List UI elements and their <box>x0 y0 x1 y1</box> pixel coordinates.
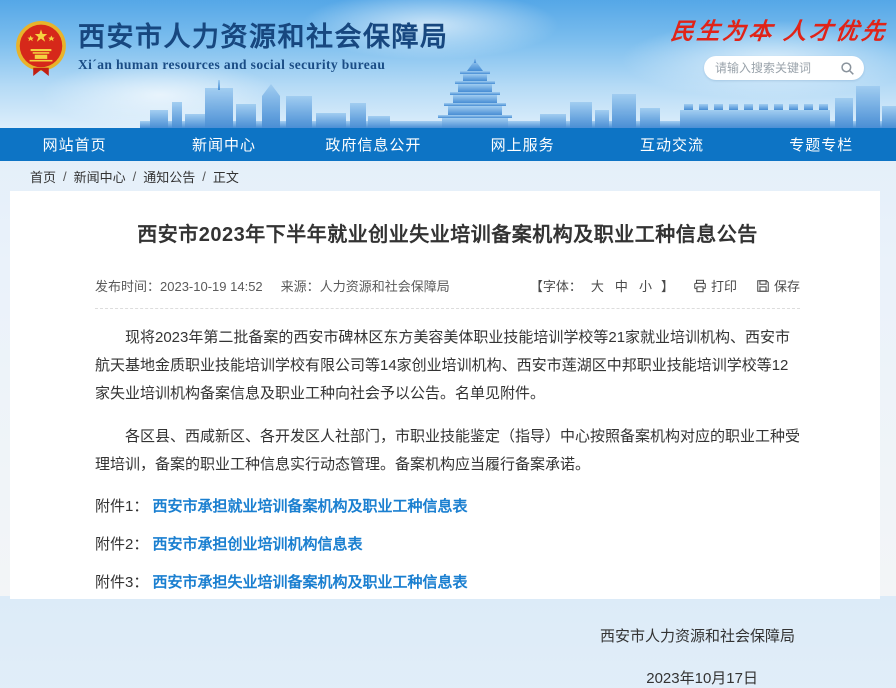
attachment-row: 附件1： 西安市承担就业培训备案机构及职业工种信息表 <box>95 497 800 517</box>
attachment-row: 附件2： 西安市承担创业培训机构信息表 <box>95 535 800 555</box>
font-size-small[interactable]: 小 <box>639 276 652 295</box>
issuing-authority: 西安市人力资源和社会保障局 <box>95 625 800 646</box>
breadcrumb-separator: / <box>133 169 137 184</box>
main-nav: 网站首页 新闻中心 政府信息公开 网上服务 互动交流 专题专栏 <box>0 128 896 161</box>
breadcrumb-separator: / <box>63 169 67 184</box>
site-logo-brand[interactable]: 西安市人力资源和社会保障局 Xi´an human resources and … <box>15 20 449 76</box>
font-size-large[interactable]: 大 <box>591 276 604 295</box>
nav-item-special[interactable]: 专题专栏 <box>747 128 896 161</box>
article: 西安市2023年下半年就业创业失业培训备案机构及职业工种信息公告 发布时间：20… <box>10 191 880 688</box>
nav-item-interaction[interactable]: 互动交流 <box>597 128 746 161</box>
breadcrumb-notice[interactable]: 通知公告 <box>143 167 195 186</box>
article-paragraph: 现将2023年第二批备案的西安市碑林区东方美容美体职业技能培训学校等21家就业培… <box>95 324 800 408</box>
breadcrumb-home[interactable]: 首页 <box>30 167 56 186</box>
nav-item-news[interactable]: 新闻中心 <box>149 128 298 161</box>
attachment-link-1[interactable]: 西安市承担就业培训备案机构及职业工种信息表 <box>153 498 468 515</box>
brand-text: 西安市人力资源和社会保障局 Xi´an human resources and … <box>78 22 449 73</box>
breadcrumb-current: 正文 <box>213 167 239 186</box>
nav-item-online-svc[interactable]: 网上服务 <box>448 128 597 161</box>
site-title: 西安市人力资源和社会保障局 <box>78 22 449 53</box>
attachment-label: 附件1： <box>95 498 148 515</box>
breadcrumb-news[interactable]: 新闻中心 <box>74 167 126 186</box>
site-subtitle: Xi´an human resources and social securit… <box>78 57 449 73</box>
save-icon <box>756 279 770 293</box>
attachment-label: 附件3： <box>95 574 148 591</box>
issue-date: 2023年10月17日 <box>95 667 800 688</box>
attachment-link-2[interactable]: 西安市承担创业培训机构信息表 <box>153 536 363 553</box>
publish-time: 发布时间：2023-10-19 14:52 <box>95 276 263 295</box>
slogan-calligraphy: 民生为本 人才优先 <box>669 12 889 46</box>
nav-item-gov-info[interactable]: 政府信息公开 <box>299 128 448 161</box>
content-card: 西安市2023年下半年就业创业失业培训备案机构及职业工种信息公告 发布时间：20… <box>10 191 880 599</box>
font-size-suffix: 】 <box>661 276 674 295</box>
search-box <box>704 56 864 80</box>
attachment-row: 附件3： 西安市承担失业培训备案机构及职业工种信息表 <box>95 573 800 593</box>
attachment-link-3[interactable]: 西安市承担失业培训备案机构及职业工种信息表 <box>153 574 468 591</box>
national-emblem-icon <box>15 20 67 76</box>
printer-icon <box>693 279 707 293</box>
meta-left: 发布时间：2023-10-19 14:52 来源：人力资源和社会保障局 <box>95 276 464 295</box>
attachment-label: 附件2： <box>95 536 148 553</box>
article-meta: 发布时间：2023-10-19 14:52 来源：人力资源和社会保障局 【字体：… <box>95 276 800 309</box>
meta-right: 【字体： 大 中 小 】 打印 <box>530 276 800 295</box>
article-paragraph: 各区县、西咸新区、各开发区人社部门，市职业技能鉴定（指导）中心按照备案机构对应的… <box>95 423 800 479</box>
save-button[interactable]: 保存 <box>756 276 800 295</box>
breadcrumb: 首页 / 新闻中心 / 通知公告 / 正文 <box>0 161 896 191</box>
search-icon[interactable] <box>840 61 855 76</box>
nav-item-home[interactable]: 网站首页 <box>0 128 149 161</box>
search-input[interactable] <box>713 60 840 76</box>
article-title: 西安市2023年下半年就业创业失业培训备案机构及职业工种信息公告 <box>95 221 800 249</box>
print-button[interactable]: 打印 <box>693 276 737 295</box>
breadcrumb-separator: / <box>202 169 206 184</box>
article-source: 来源：人力资源和社会保障局 <box>281 276 450 295</box>
font-size-medium[interactable]: 中 <box>615 276 628 295</box>
site-header: 西安市人力资源和社会保障局 Xi´an human resources and … <box>0 0 896 128</box>
font-size-prefix: 【字体： <box>530 276 582 295</box>
